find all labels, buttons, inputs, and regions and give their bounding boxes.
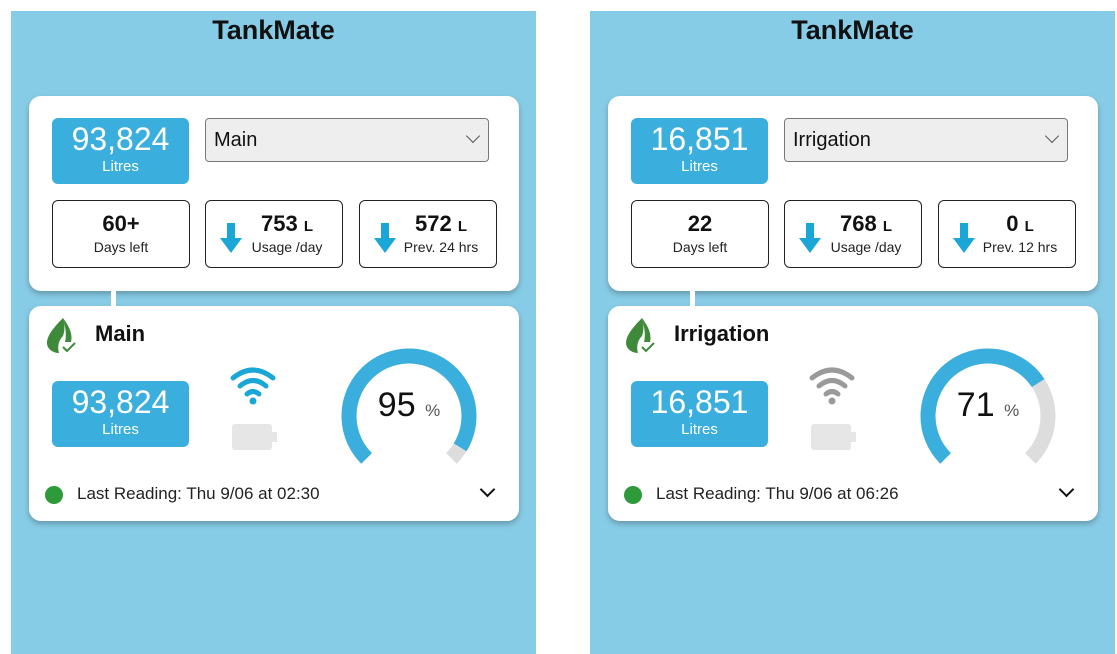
arrow-down-icon xyxy=(220,223,242,253)
usage-value: 753 xyxy=(260,211,298,236)
previous-usage-stat: 572 L Prev. 24 hrs xyxy=(359,200,497,268)
last-reading-text: Last Reading: Thu 9/06 at 06:26 xyxy=(656,484,899,503)
leaf-check-icon xyxy=(47,318,76,353)
connector-line xyxy=(111,291,116,306)
app-title: TankMate xyxy=(212,15,335,45)
total-litres-value: 93,824 xyxy=(71,121,170,157)
prev-usage-value: 0 xyxy=(1006,211,1019,236)
usage-unit: L xyxy=(882,218,892,235)
prev-usage-unit: L xyxy=(457,218,467,235)
tank-volume-badge: 16,851 Litres xyxy=(631,381,768,447)
tank-name: Main xyxy=(95,321,146,346)
total-litres-unit: Litres xyxy=(102,158,139,175)
arrow-down-icon xyxy=(374,223,396,253)
days-left-stat: 22 Days left xyxy=(631,200,769,268)
leaf-check-icon xyxy=(626,318,655,353)
usage-per-day-stat: 753 L Usage /day xyxy=(205,200,343,268)
previous-usage-stat: 0 L Prev. 12 hrs xyxy=(938,200,1076,268)
tank-select-value: Main xyxy=(214,129,258,151)
days-left-value: 60+ xyxy=(102,211,140,236)
wifi-icon xyxy=(809,367,855,405)
tank-volume-unit: Litres xyxy=(681,421,718,438)
prev-usage-unit: L xyxy=(1024,218,1034,235)
usage-value: 768 xyxy=(839,211,877,236)
phone-screen: TankMate 93,824 Litres Main 60+ Days lef… xyxy=(11,11,536,654)
total-litres-unit: Litres xyxy=(681,158,718,175)
status-dot xyxy=(624,486,642,504)
summary-card: 93,824 Litres Main 60+ Days left 753 L U… xyxy=(29,96,519,291)
app-title: TankMate xyxy=(791,15,914,45)
days-left-label: Days left xyxy=(93,239,149,255)
status-dot xyxy=(45,486,63,504)
summary-card: 16,851 Litres Irrigation 22 Days left 76… xyxy=(608,96,1098,291)
connector-line xyxy=(690,291,695,306)
tank-select[interactable]: Irrigation xyxy=(784,118,1068,162)
battery-icon xyxy=(232,424,277,450)
chevron-down-icon xyxy=(465,128,481,144)
level-percent: 71 % xyxy=(913,386,1063,425)
tank-card[interactable]: Main 93,824 Litres 95 % Last Reading: Th… xyxy=(29,306,519,521)
arrow-down-icon xyxy=(953,223,975,253)
battery-icon xyxy=(811,424,856,450)
tank-volume-value: 93,824 xyxy=(71,384,170,420)
tank-volume-badge: 93,824 Litres xyxy=(52,381,189,447)
tank-volume-value: 16,851 xyxy=(650,384,749,420)
chevron-down-icon xyxy=(1044,128,1060,144)
level-percent-unit: % xyxy=(1004,401,1020,420)
tank-card[interactable]: Irrigation 16,851 Litres 71 % Last Readi… xyxy=(608,306,1098,521)
tank-volume-unit: Litres xyxy=(102,421,139,438)
wifi-icon xyxy=(230,367,276,405)
level-percent-value: 71 xyxy=(956,386,995,424)
usage-per-day-stat: 768 L Usage /day xyxy=(784,200,922,268)
level-percent-unit: % xyxy=(425,401,441,420)
prev-usage-value: 572 xyxy=(414,211,452,236)
total-litres-badge: 16,851 Litres xyxy=(631,118,768,184)
tank-select-value: Irrigation xyxy=(793,129,871,151)
level-percent-value: 95 xyxy=(377,386,416,424)
total-litres-badge: 93,824 Litres xyxy=(52,118,189,184)
days-left-value: 22 xyxy=(687,211,713,236)
days-left-label: Days left xyxy=(672,239,728,255)
usage-unit: L xyxy=(303,218,313,235)
level-percent: 95 % xyxy=(334,386,484,425)
total-litres-value: 16,851 xyxy=(650,121,749,157)
last-reading-text: Last Reading: Thu 9/06 at 02:30 xyxy=(77,484,320,503)
phone-screen: TankMate 16,851 Litres Irrigation 22 Day… xyxy=(590,11,1115,654)
days-left-stat: 60+ Days left xyxy=(52,200,190,268)
arrow-down-icon xyxy=(799,223,821,253)
tank-name: Irrigation xyxy=(674,321,770,346)
tank-select[interactable]: Main xyxy=(205,118,489,162)
